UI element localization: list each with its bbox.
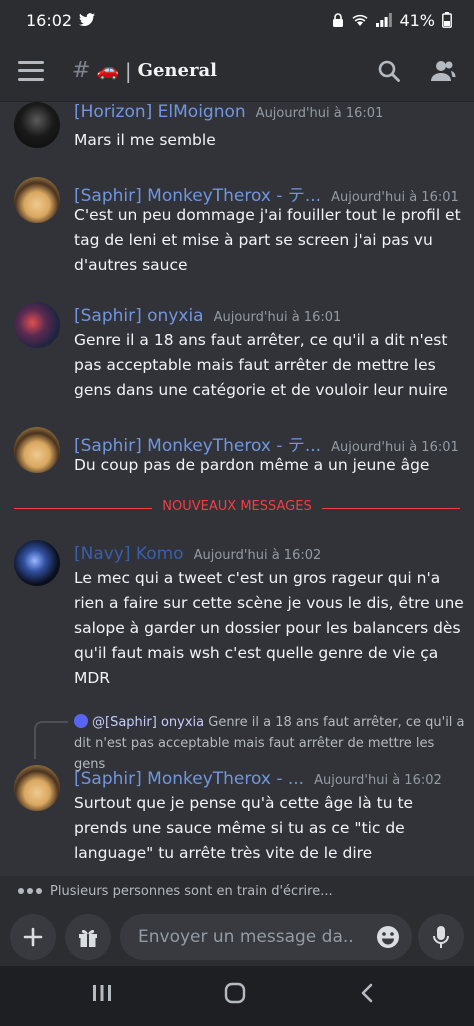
wifi-icon — [352, 14, 368, 26]
channel-emoji: 🚗 — [96, 60, 119, 81]
message-text: Du coup pas de pardon même a un jeune âg… — [74, 456, 430, 474]
recent-apps-icon[interactable] — [92, 982, 112, 1004]
lock-icon — [333, 13, 344, 27]
new-messages-divider: NOUVEAUX MESSAGES — [14, 499, 460, 517]
twitter-icon — [79, 13, 96, 27]
message-timestamp: Aujourd'hui à 16:02 — [314, 773, 442, 788]
divider-label: NOUVEAUX MESSAGES — [154, 499, 320, 514]
gift-icon — [79, 929, 97, 947]
reply-preview[interactable]: @[Saphir] onyxia Genre il a 18 ans faut … — [74, 712, 466, 775]
microphone-icon — [433, 926, 449, 948]
typing-indicator: Plusieurs personnes sont en train d'écri… — [0, 876, 474, 906]
status-bar: 16:02 41% — [0, 0, 474, 40]
clock: 16:02 — [26, 10, 73, 30]
message-text: Surtout que je pense qu'à cette âge là t… — [74, 794, 414, 862]
members-icon[interactable] — [430, 60, 456, 82]
message-author[interactable]: [Navy] Komo — [74, 544, 184, 564]
search-icon[interactable] — [378, 60, 400, 82]
message-author[interactable]: [Saphir] MonkeyTherox - ... — [74, 769, 304, 789]
message-input[interactable] — [136, 926, 355, 948]
battery-percentage: 41% — [399, 10, 435, 30]
battery-icon — [442, 12, 452, 28]
message-timestamp: Aujourd'hui à 16:01 — [255, 106, 384, 121]
avatar[interactable] — [14, 765, 60, 811]
typing-text: Plusieurs personnes sont en train d'écri… — [50, 883, 333, 899]
reply-avatar — [74, 714, 88, 728]
message-input-container[interactable] — [120, 914, 412, 960]
avatar[interactable] — [14, 102, 60, 148]
message-author[interactable]: [Horizon] ElMoignon — [74, 102, 246, 122]
message-timestamp: Aujourd'hui à 16:01 — [213, 310, 342, 325]
channel-separator: | — [124, 58, 132, 83]
avatar[interactable] — [14, 427, 60, 473]
message-text: Mars il me semble — [74, 131, 216, 149]
message-text: Le mec qui a tweet c'est un gros rageur … — [74, 569, 464, 687]
channel-header: # 🚗 | General — [0, 40, 474, 102]
message-author[interactable]: [Saphir] onyxia — [74, 306, 204, 326]
avatar[interactable] — [14, 177, 60, 223]
locked-channel-icon: # — [72, 58, 91, 83]
message-timestamp: Aujourd'hui à 16:02 — [193, 548, 322, 563]
message-composer — [0, 906, 474, 966]
reply-connector — [34, 721, 68, 759]
typing-dots-icon — [18, 888, 42, 894]
menu-button[interactable] — [18, 60, 44, 81]
add-attachment-button[interactable] — [10, 914, 56, 960]
plus-icon — [23, 927, 43, 947]
signal-icon — [376, 13, 393, 27]
avatar[interactable] — [14, 540, 60, 586]
voice-message-button[interactable] — [418, 914, 464, 960]
avatar[interactable] — [14, 302, 60, 348]
message-text: C'est un peu dommage j'ai fouiller tout … — [74, 206, 461, 274]
emoji-icon[interactable] — [376, 925, 400, 949]
gift-button[interactable] — [65, 914, 111, 960]
message-text: Genre il a 18 ans faut arrêter, ce qu'il… — [74, 331, 448, 399]
back-icon[interactable] — [360, 982, 374, 1004]
menu-icon — [18, 60, 44, 64]
reply-mention[interactable]: @[Saphir] onyxia — [92, 715, 204, 730]
home-icon[interactable] — [224, 982, 246, 1004]
channel-name[interactable]: General — [138, 60, 217, 81]
system-navigation-bar — [0, 966, 474, 1026]
